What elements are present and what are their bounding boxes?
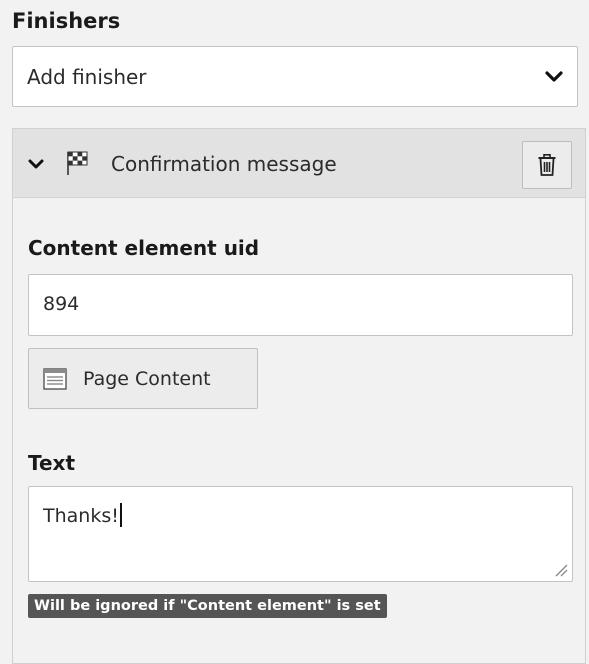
finishers-page: Finishers Add finisher Confirmation mess… — [0, 0, 589, 664]
content-element-uid-value: 894 — [43, 293, 80, 315]
content-element-uid-label: Content element uid — [28, 236, 260, 260]
page-content-icon — [43, 368, 67, 390]
text-textarea-value: Thanks! — [43, 503, 122, 527]
finisher-panel-header: Confirmation message — [13, 129, 585, 198]
trash-icon — [538, 154, 556, 176]
add-finisher-select[interactable]: Add finisher — [12, 46, 578, 107]
resize-grip-icon[interactable] — [554, 563, 568, 577]
chevron-down-icon — [545, 71, 563, 82]
finisher-panel: Confirmation message Content element uid… — [12, 128, 586, 664]
add-finisher-select-value: Add finisher — [27, 65, 147, 89]
collapse-toggle-icon[interactable] — [28, 157, 44, 171]
content-element-uid-input[interactable]: 894 — [28, 274, 573, 336]
checkered-flag-icon — [67, 151, 88, 175]
text-textarea[interactable]: Thanks! — [28, 486, 573, 582]
delete-finisher-button[interactable] — [522, 141, 572, 189]
finishers-title: Finishers — [12, 9, 121, 33]
text-hint-badge: Will be ignored if "Content element" is … — [28, 594, 387, 618]
page-content-button-label: Page Content — [83, 368, 211, 390]
text-label: Text — [28, 451, 76, 475]
page-content-button[interactable]: Page Content — [28, 348, 258, 409]
finisher-title: Confirmation message — [111, 152, 337, 176]
text-cursor — [119, 503, 122, 527]
